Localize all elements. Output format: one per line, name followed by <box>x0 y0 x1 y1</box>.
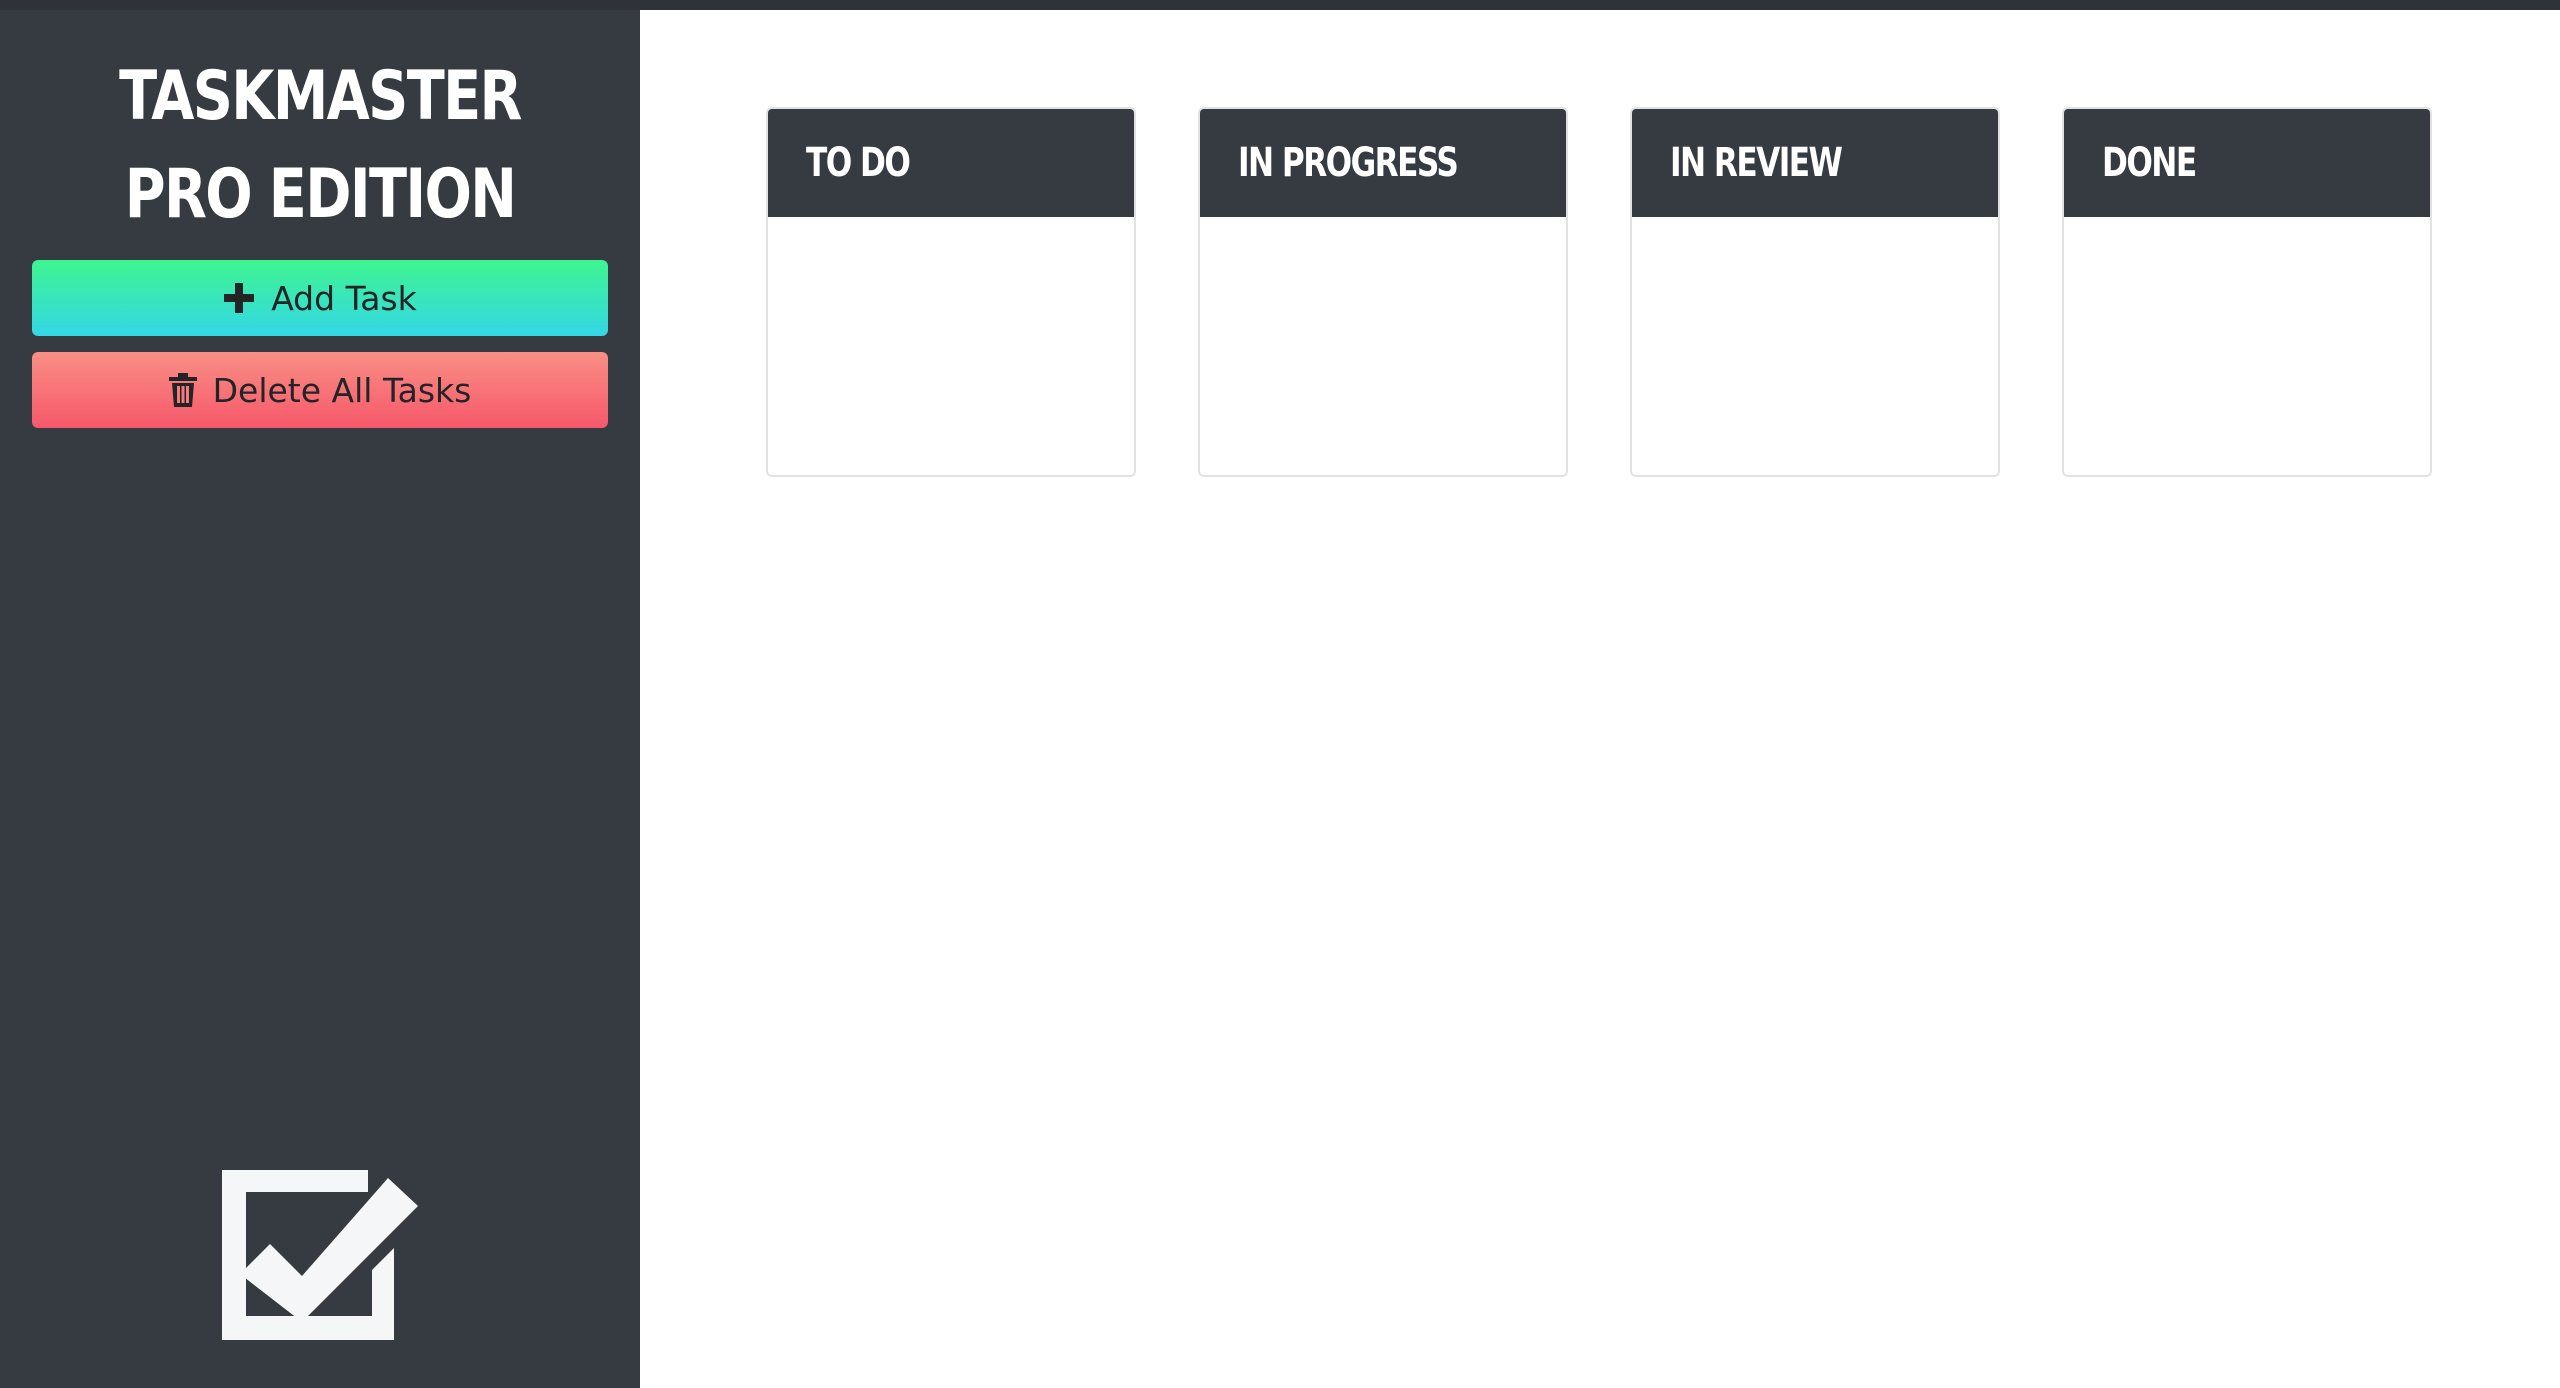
plus-icon <box>224 283 255 313</box>
window-top-bar <box>0 0 2560 10</box>
trash-icon <box>168 373 197 407</box>
checkbox-check-icon <box>222 1170 418 1340</box>
lane-dropzone[interactable] <box>768 217 1134 475</box>
sidebar: TASKMASTER PRO EDITION Add Task Delete A… <box>0 10 640 1388</box>
lane-title: TO DO <box>806 140 911 186</box>
delete-all-tasks-button[interactable]: Delete All Tasks <box>32 352 608 428</box>
lane-dropzone[interactable] <box>1632 217 1998 475</box>
lane-dropzone[interactable] <box>2064 217 2430 475</box>
lane-title: IN REVIEW <box>1670 140 1843 186</box>
app-title: TASKMASTER PRO EDITION <box>119 57 522 234</box>
lane-to-do: TO DO <box>766 107 1136 477</box>
lane-header: IN REVIEW <box>1632 109 1998 217</box>
lane-header: TO DO <box>768 109 1134 217</box>
add-task-label: Add Task <box>271 278 417 318</box>
lane-header: IN PROGRESS <box>1200 109 1566 217</box>
lane-header: DONE <box>2064 109 2430 217</box>
add-task-button[interactable]: Add Task <box>32 260 608 336</box>
kanban-board: TO DO IN PROGRESS IN REVIEW DONE <box>766 107 2434 477</box>
lane-in-progress: IN PROGRESS <box>1198 107 1568 477</box>
delete-all-tasks-label: Delete All Tasks <box>212 370 472 410</box>
lane-in-review: IN REVIEW <box>1630 107 2000 477</box>
lane-title: DONE <box>2102 140 2197 186</box>
lane-done: DONE <box>2062 107 2432 477</box>
lane-title: IN PROGRESS <box>1238 140 1459 186</box>
lane-dropzone[interactable] <box>1200 217 1566 475</box>
